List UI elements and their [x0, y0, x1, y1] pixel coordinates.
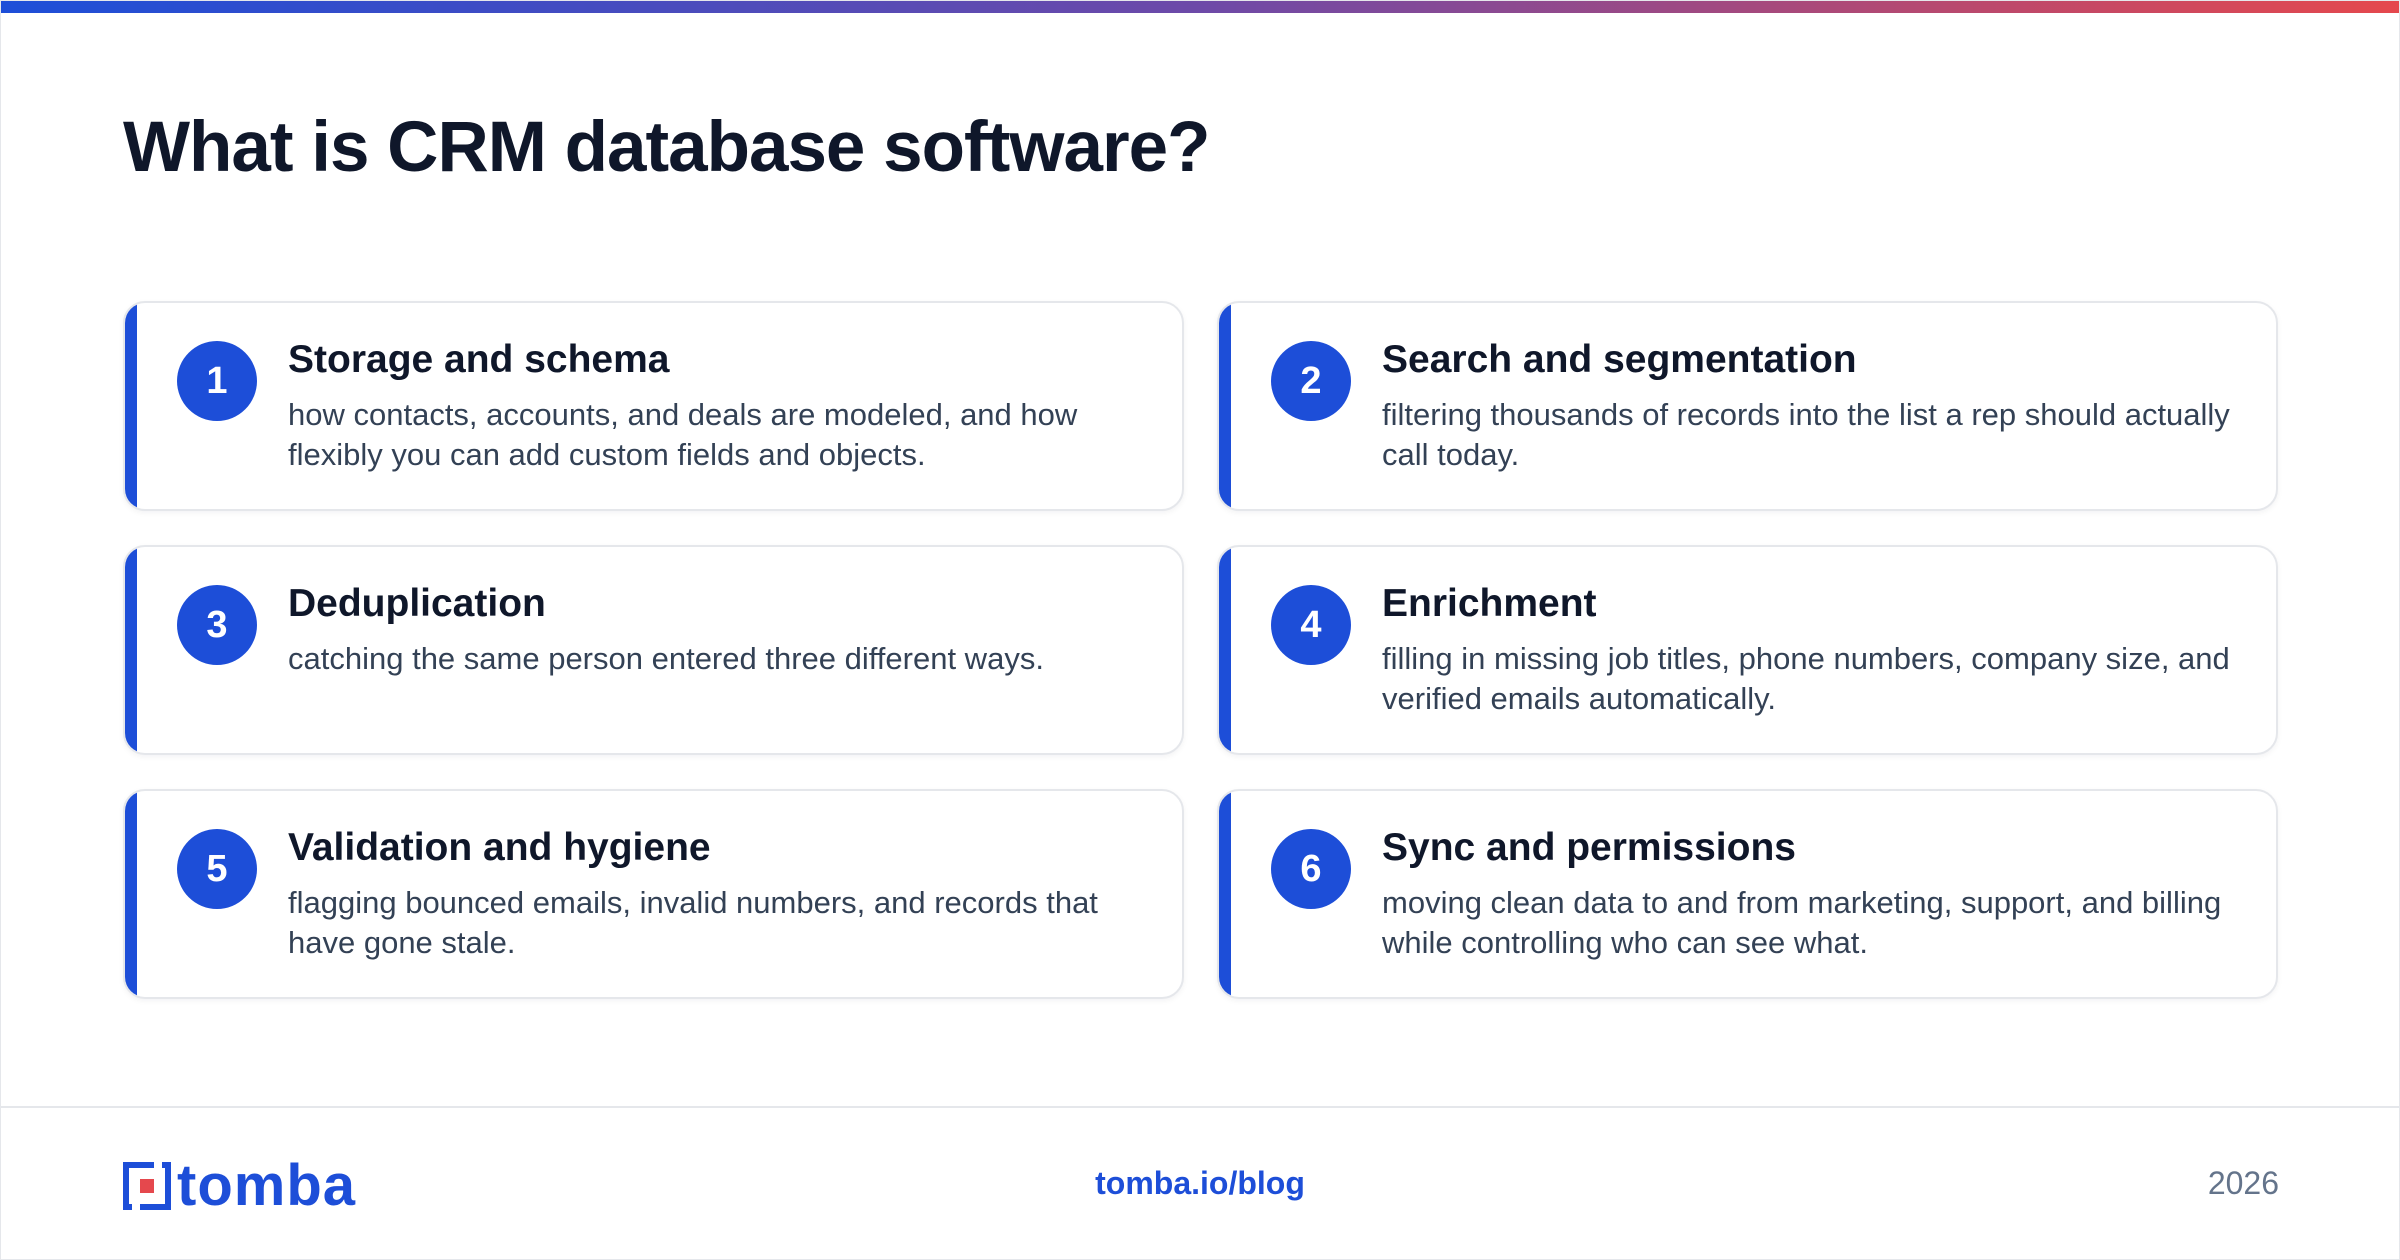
card-title: Sync and permissions: [1382, 826, 1796, 869]
feature-card-4: 4 Enrichment filling in missing job titl…: [1217, 545, 2278, 755]
feature-card-3: 3 Deduplication catching the same person…: [123, 545, 1184, 755]
card-description: catching the same person entered three d…: [288, 641, 1044, 676]
feature-grid: 1 Storage and schema how contacts, accou…: [123, 301, 2278, 999]
footer-year: 2026: [2207, 1165, 2279, 1201]
card-title: Search and segmentation: [1382, 338, 1857, 381]
card-title: Enrichment: [1382, 582, 1597, 625]
card-title: Storage and schema: [288, 338, 670, 381]
card-accent-bar: [1219, 303, 1231, 509]
feature-card-2: 2 Search and segmentation filtering thou…: [1217, 301, 2278, 511]
feature-card-5: 5 Validation and hygiene flagging bounce…: [123, 789, 1184, 999]
card-number-badge: 4: [1271, 585, 1351, 665]
footer: tomba tomba.io/blog 2026: [1, 1106, 2399, 1259]
card-accent-bar: [1219, 547, 1231, 753]
card-accent-bar: [125, 303, 137, 509]
card-description: filling in missing job titles, phone num…: [1382, 641, 2230, 716]
card-description: flagging bounced emails, invalid numbers…: [288, 885, 1098, 960]
page-title: What is CRM database software?: [123, 108, 1210, 187]
card-number-badge: 2: [1271, 341, 1351, 421]
card-description: moving clean data to and from marketing,…: [1382, 885, 2222, 960]
card-description: how contacts, accounts, and deals are mo…: [288, 397, 1078, 472]
card-description: filtering thousands of records into the …: [1382, 397, 2230, 472]
card-number-badge: 6: [1271, 829, 1351, 909]
card-title: Deduplication: [288, 582, 546, 625]
feature-card-1: 1 Storage and schema how contacts, accou…: [123, 301, 1184, 511]
card-accent-bar: [125, 547, 137, 753]
page: What is CRM database software? 1 Storage…: [0, 0, 2400, 1260]
card-number-badge: 5: [177, 829, 257, 909]
card-number-badge: 1: [177, 341, 257, 421]
card-accent-bar: [125, 791, 137, 997]
card-accent-bar: [1219, 791, 1231, 997]
blog-link[interactable]: tomba.io/blog: [1, 1165, 2399, 1202]
top-gradient-bar: [1, 1, 2399, 13]
card-title: Validation and hygiene: [288, 826, 711, 869]
feature-card-6: 6 Sync and permissions moving clean data…: [1217, 789, 2278, 999]
card-number-badge: 3: [177, 585, 257, 665]
